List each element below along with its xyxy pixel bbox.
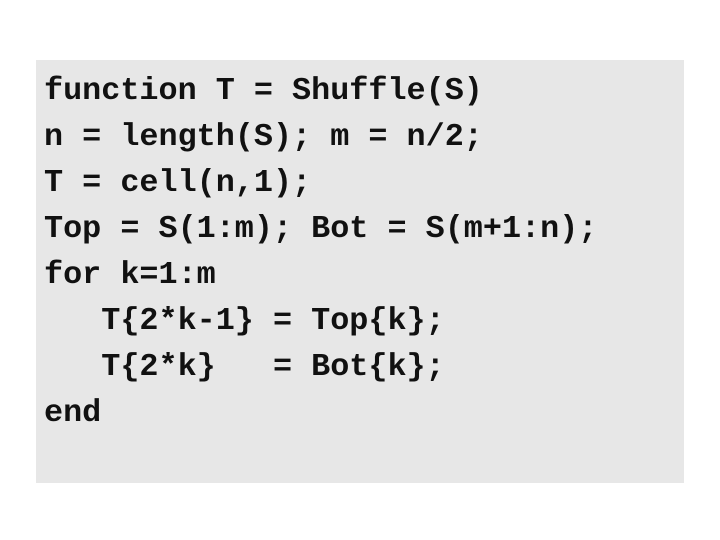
code-line: n = length(S); m = n/2; (44, 119, 483, 155)
code-text: function T = Shuffle(S) n = length(S); m … (44, 68, 597, 436)
code-line: end (44, 395, 102, 431)
code-line: Top = S(1:m); Bot = S(m+1:n); (44, 211, 598, 247)
code-line: for k=1:m (44, 257, 216, 293)
code-line: T{2*k-1} = Top{k}; (44, 303, 445, 339)
code-line: function T = Shuffle(S) (44, 73, 483, 109)
code-line: T = cell(n,1); (44, 165, 312, 201)
code-block: function T = Shuffle(S) n = length(S); m … (36, 60, 684, 483)
code-line: T{2*k} = Bot{k}; (44, 349, 445, 385)
